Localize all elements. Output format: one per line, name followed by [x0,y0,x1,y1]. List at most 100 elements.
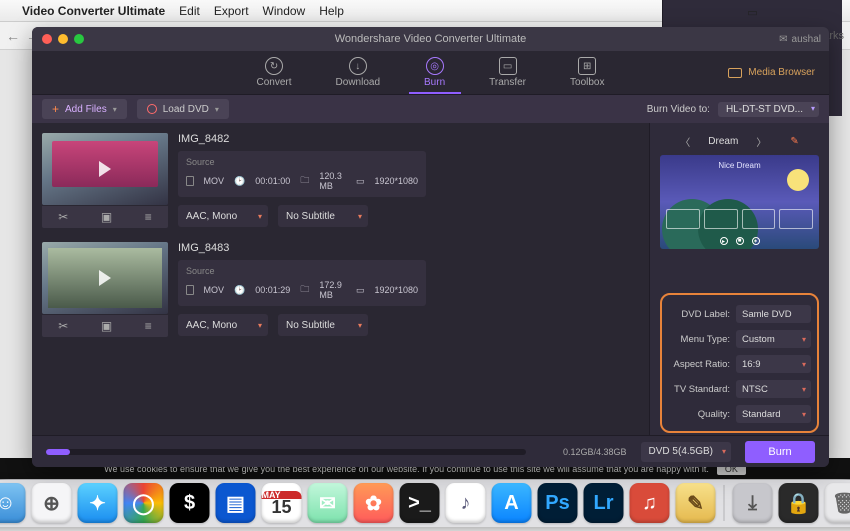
dock-safari[interactable]: ✦ [78,483,118,523]
effects-icon[interactable]: ≡ [145,210,152,224]
burn-target-select[interactable]: HL-DT-ST DVD... [718,102,819,117]
menu-help[interactable]: Help [319,4,344,18]
dock-docs[interactable]: ▤ [216,483,256,523]
clip-list: ✂ ▣ ≡ IMG_8482 Source MOV 🕑00:01:00 🗀120… [32,123,649,441]
audio-select[interactable]: AAC, Mono [178,314,268,336]
tv-standard-lbl: TV Standard: [668,384,730,395]
source-label: Source [186,157,418,167]
dock-finder[interactable]: ☺ [0,483,26,523]
subtitle-select[interactable]: No Subtitle [278,205,368,227]
dock-chrome[interactable]: ◯ [124,483,164,523]
crop-icon[interactable]: ▣ [101,210,112,224]
dock-iterm[interactable]: >_ [400,483,440,523]
audio-select[interactable]: AAC, Mono [178,205,268,227]
clip-size: 120.3 MB [319,171,346,191]
effects-icon[interactable]: ≡ [145,319,152,333]
clip-format: MOV [204,285,225,295]
chevron-down-icon: ▾ [113,105,117,114]
user-name[interactable]: aushal [792,34,821,45]
theme-prev-button[interactable]: 〈 [680,134,690,149]
disc-icon [147,104,157,114]
aspect-ratio-select[interactable]: 16:9 [736,355,811,373]
trim-icon[interactable]: ✂ [58,210,68,224]
clip-row: ✂ ▣ ≡ IMG_8482 Source MOV 🕑00:01:00 🗀120… [42,133,643,228]
add-files-button[interactable]: + Add Files ▾ [42,99,127,119]
crop-icon[interactable]: ▣ [101,319,112,333]
audio-value: AAC, Mono [186,320,237,331]
quality-value: Standard [742,409,781,420]
tab-toolbox[interactable]: ⊞ Toolbox [570,57,604,88]
source-label: Source [186,266,418,276]
macos-dock: ☺ ⊕ ✦ ◯ $ ▤ MAY15 ✉ ✿ >_ ♪ A Ps Lr ♫ ✎ ⤓… [0,479,850,527]
menu-window[interactable]: Window [263,4,306,18]
dock-terminal[interactable]: $ [170,483,210,523]
tab-burn[interactable]: ◎ Burn [424,57,445,88]
file-icon [186,176,194,186]
preview-stop-icon[interactable]: ■ [736,237,744,245]
dock-systempref[interactable]: ✿ [354,483,394,523]
dock-music[interactable]: ♪ [446,483,486,523]
dock-messages[interactable]: ✉ [308,483,348,523]
dock-trash[interactable]: 🗑 [825,483,850,523]
theme-name: Dream [708,136,738,147]
add-files-label: Add Files [65,104,107,115]
dock-lightroom[interactable]: Lr [584,483,624,523]
burn-icon: ◎ [426,57,444,75]
burn-button[interactable]: Burn [745,441,815,463]
tab-convert[interactable]: ↻ Convert [257,57,292,88]
dock-music2[interactable]: ♫ [630,483,670,523]
dock-notes[interactable]: ✎ [676,483,716,523]
theme-edit-button[interactable]: ✎ [790,136,798,147]
menubar-app-name[interactable]: Video Converter Ultimate [22,4,165,18]
subtitle-select[interactable]: No Subtitle [278,314,368,336]
quality-lbl: Quality: [668,409,730,420]
back-icon[interactable]: ← [6,28,20,44]
preview-misc-icon[interactable]: ✶ [752,237,760,245]
theme-preview[interactable]: Nice Dream ▸■✶ [660,155,819,249]
tab-download[interactable]: ↓ Download [336,57,380,88]
menu-export[interactable]: Export [214,4,249,18]
battery-icon[interactable]: ▭ [747,6,757,19]
dock-photoshop[interactable]: Ps [538,483,578,523]
theme-next-button[interactable]: 〉 [756,134,766,149]
preview-play-icon[interactable]: ▸ [720,237,728,245]
dvd-label-input[interactable]: Samle DVD [736,305,811,323]
load-dvd-label: Load DVD [163,104,209,115]
dock-calendar[interactable]: MAY15 [262,483,302,523]
menu-edit[interactable]: Edit [179,4,200,18]
tab-transfer[interactable]: ▭ Transfer [489,57,526,88]
dock-lock[interactable]: 🔒 [779,483,819,523]
load-dvd-button[interactable]: Load DVD ▾ [137,99,229,119]
dock-downloads[interactable]: ⤓ [733,483,773,523]
trim-icon[interactable]: ✂ [58,319,68,333]
quality-select[interactable]: Standard [736,405,811,423]
clip-resolution: 1920*1080 [374,176,418,186]
media-browser-label: Media Browser [748,67,815,78]
source-box: Source MOV 🕑00:01:00 🗀120.3 MB ▭1920*108… [178,151,426,197]
media-browser-icon [728,68,742,78]
disc-usage-text: 0.12GB/4.38GB [563,447,627,457]
tab-transfer-label: Transfer [489,77,526,88]
disc-type-value: DVD 5(4.5GB) [649,446,713,457]
dock-mail[interactable]: A [492,483,532,523]
disc-type-select[interactable]: DVD 5(4.5GB) [641,442,731,462]
dvd-label-value: Samle DVD [742,309,792,320]
folder-icon: 🗀 [300,282,309,298]
menu-type-select[interactable]: Custom [736,330,811,348]
app-window: Wondershare Video Converter Ultimate ✉ a… [32,27,829,467]
right-panel: 〈 Dream 〉 ✎ Nice Dream ▸■✶ DVD Label: Sa… [649,123,829,441]
chat-icon[interactable]: ✉ [779,34,787,45]
clip-row: ✂ ▣ ≡ IMG_8483 Source MOV 🕑00:01:29 🗀172… [42,242,643,337]
dvd-settings: DVD Label: Samle DVD Menu Type: Custom A… [660,293,819,433]
clock-icon: 🕑 [234,176,245,187]
dock-appstore[interactable]: ⊕ [32,483,72,523]
window-title: Wondershare Video Converter Ultimate [32,33,829,45]
clip-thumbnail[interactable] [42,242,168,314]
media-browser-button[interactable]: Media Browser [728,67,815,78]
source-box: Source MOV 🕑00:01:29 🗀172.9 MB ▭1920*108… [178,260,426,306]
tv-standard-select[interactable]: NTSC [736,380,811,398]
audio-value: AAC, Mono [186,211,237,222]
tab-convert-label: Convert [257,77,292,88]
resolution-icon: ▭ [356,285,365,296]
clip-thumbnail[interactable] [42,133,168,205]
